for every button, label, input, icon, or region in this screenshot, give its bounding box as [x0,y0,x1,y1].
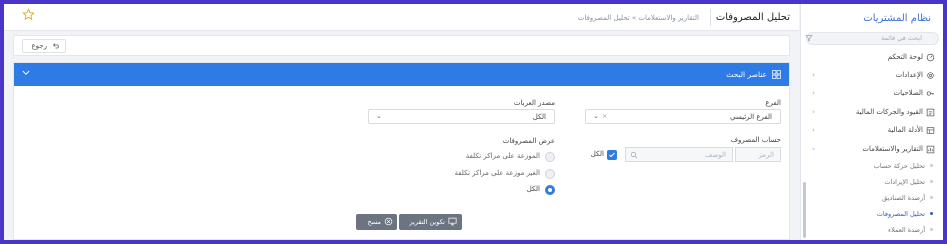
sidebar-subitem-revenue[interactable]: تحليل الإيرادات [805,175,943,189]
sidebar-subitem-cash-balances[interactable]: أرصدة الصناديق [805,191,943,205]
sidebar-search-input[interactable]: ابحث في قائمة [806,32,939,45]
sidebar-item-permissions[interactable]: الصلاحيات ‹ [800,85,943,103]
all-accounts-checkbox[interactable] [607,150,617,160]
panel-title: عناصر البحث [726,70,767,79]
clear-circle-icon [384,217,393,226]
sidebar-subitem-label: تحليل الإيرادات [884,178,925,186]
sidebar-title[interactable]: نظام المشتريات [863,13,931,24]
search-criteria-panel: عناصر البحث الفرع الفرع الرئيسي × ⌄ مصدر… [13,62,790,240]
vehicle-source-value: الكل [532,113,546,121]
star-icon[interactable] [22,8,35,21]
description-input[interactable]: الوصف [625,147,733,162]
chevron-icon: ‹ [809,147,818,151]
reports-icon [926,145,935,154]
clear-button-label: مسح [367,218,381,226]
sidebar-subitem-customer-balances[interactable]: أرصدة العملاء [805,223,943,237]
chevron-icon: ‹ [812,126,815,134]
bullet [930,164,933,167]
radio-all-label: الكل [526,185,540,193]
sidebar-item-label: لوحة التحكم [887,53,923,61]
vehicle-source-label: مصدر العربات [513,99,555,107]
sidebar-item-reports[interactable]: التقارير والاستعلامات ‹ [800,141,943,159]
page-header: التقارير والاستعلامات » تحليل المصروفات … [4,4,799,31]
sidebar-subitem-label: تحليل المصروفات [876,210,925,218]
clear-icon[interactable]: × [602,112,607,120]
ledger-icon [926,108,935,117]
back-button[interactable]: رجوع [22,39,66,53]
sidebar: نظام المشتريات ابحث في قائمة لوحة التحكم… [800,4,943,240]
back-arrow-icon [53,43,59,49]
grid-icon [772,70,781,79]
chevron-icon: ‹ [812,89,815,97]
sidebar-item-label: القيود والحركات المالية [855,108,923,116]
filter-icon[interactable] [805,34,813,42]
chevron-icon: ‹ [812,108,815,116]
sidebar-item-accounts-guide[interactable]: الأدلة المالية ‹ [800,122,943,140]
bullet [930,180,933,183]
radio-distributed-label: الموزعة على مراكز تكلفة [465,152,540,160]
bullet [930,212,933,215]
branch-select[interactable]: الفرع الرئيسي × ⌄ [585,109,781,124]
sidebar-item-label: الإعدادات [895,71,923,79]
radio-undistributed[interactable] [545,169,555,179]
expense-display-label: عرض المصروفات [502,137,555,145]
breadcrumb[interactable]: التقارير والاستعلامات » تحليل المصروفات [578,14,699,22]
sidebar-subitem-label: تحليل حركة حساب [873,162,925,170]
back-button-label: رجوع [31,42,47,50]
expense-account-label: حساب المصروف [730,136,781,144]
description-placeholder: الوصف [705,151,726,159]
vehicle-source-select[interactable]: الكل ⌄ [368,109,555,124]
dashboard-icon [926,53,935,62]
sidebar-item-ledger[interactable]: القيود والحركات المالية ‹ [800,104,943,122]
clear-button[interactable]: مسح [356,214,397,230]
permissions-icon [926,91,934,96]
chevron-down-icon[interactable] [21,68,31,78]
code-placeholder: الرمز [758,151,774,159]
sidebar-item-label: الصلاحيات [893,89,924,97]
sidebar-item-label: الأدلة المالية [887,126,923,134]
radio-distributed[interactable] [545,152,555,162]
check-icon [609,152,615,158]
search-icon[interactable] [630,151,638,159]
branch-label: الفرع [765,99,781,107]
radio-undistributed-label: الغير موزعة على مراكز تكلفة [454,169,540,177]
sidebar-item-label: التقارير والاستعلامات [862,145,923,153]
generate-report-button[interactable]: تكوين التقرير [399,214,462,230]
page-title: تحليل المصروفات [715,12,790,23]
chevron-down-icon: ⌄ [376,112,382,120]
chevron-down-icon: ⌄ [593,112,599,120]
bullet [930,228,933,231]
sidebar-subitem-account-movement[interactable]: تحليل حركة حساب [805,159,943,173]
chevron-icon: ‹ [812,71,815,79]
radio-all[interactable] [545,185,555,195]
toolbar: رجوع [13,35,790,56]
sidebar-scrollbar[interactable] [803,182,806,238]
app-frame: التقارير والاستعلامات » تحليل المصروفات … [4,4,943,240]
sidebar-subitem-label: أرصدة الصناديق [882,194,925,202]
generate-report-label: تكوين التقرير [409,218,445,226]
sidebar-item-dashboard[interactable]: لوحة التحكم [800,49,943,67]
sidebar-subitem-label: أرصدة العملاء [888,226,925,234]
accounts-guide-icon [926,127,935,134]
panel-header[interactable]: عناصر البحث [14,63,789,86]
all-accounts-label: الكل [590,150,604,158]
sidebar-subitem-expenses[interactable]: تحليل المصروفات [805,207,943,221]
bullet [930,196,933,199]
code-input[interactable]: الرمز [735,147,781,162]
report-icon [448,217,457,226]
settings-icon [927,72,934,79]
branch-value: الفرع الرئيسي [730,113,772,121]
sidebar-item-settings[interactable]: الإعدادات ‹ [800,67,943,85]
title-divider [710,9,711,26]
